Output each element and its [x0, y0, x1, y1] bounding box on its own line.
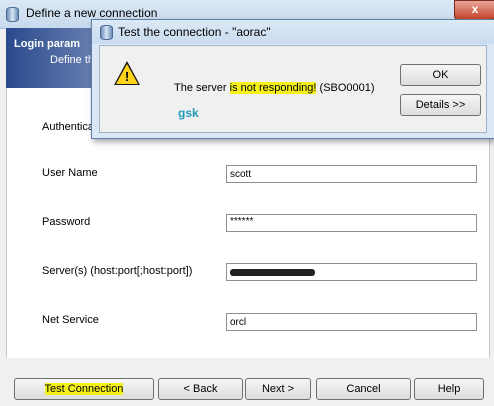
- net-service-label: Net Service: [42, 314, 99, 326]
- test-connection-button[interactable]: Test Connection: [14, 378, 154, 400]
- redacted-mark: [230, 269, 315, 276]
- user-name-field[interactable]: scott: [226, 165, 477, 183]
- dialog-titlebar[interactable]: Test the connection - "aorac": [92, 20, 494, 44]
- error-message-start: The server: [174, 82, 230, 94]
- dialog-title: Test the connection - "aorac": [118, 25, 271, 39]
- error-message-code: (SBO0001): [316, 82, 375, 94]
- cancel-button[interactable]: Cancel: [316, 378, 411, 400]
- authentication-label: Authentica: [42, 121, 94, 133]
- net-service-field[interactable]: orcl: [226, 313, 477, 331]
- details-button[interactable]: Details >>: [400, 94, 481, 116]
- wizard-header-subtitle: Define th: [50, 54, 95, 66]
- main-window-title: Define a new connection: [26, 6, 158, 20]
- user-name-label: User Name: [42, 167, 98, 179]
- exclamation-glyph: !: [124, 69, 130, 84]
- test-connection-label: Test Connection: [44, 383, 124, 395]
- password-label: Password: [42, 216, 91, 228]
- error-dialog: Test the connection - "aorac" ! The serv…: [91, 19, 494, 139]
- error-message-highlight: is not responding!: [229, 82, 317, 94]
- database-icon: [100, 25, 113, 40]
- servers-field[interactable]: [226, 263, 477, 281]
- error-message: The server is not responding! (SBO0001): [174, 82, 375, 94]
- servers-label: Server(s) (host:port[;host:port]): [42, 265, 193, 277]
- close-button[interactable]: x: [454, 0, 494, 20]
- annotation-text: gsk: [178, 106, 199, 120]
- ok-button[interactable]: OK: [400, 64, 481, 86]
- next-button[interactable]: Next >: [245, 378, 311, 400]
- database-icon: [6, 7, 19, 22]
- wizard-header-title: Login param: [14, 38, 81, 50]
- back-button[interactable]: < Back: [158, 378, 243, 400]
- password-field[interactable]: ******: [226, 214, 477, 232]
- help-button[interactable]: Help: [414, 378, 484, 400]
